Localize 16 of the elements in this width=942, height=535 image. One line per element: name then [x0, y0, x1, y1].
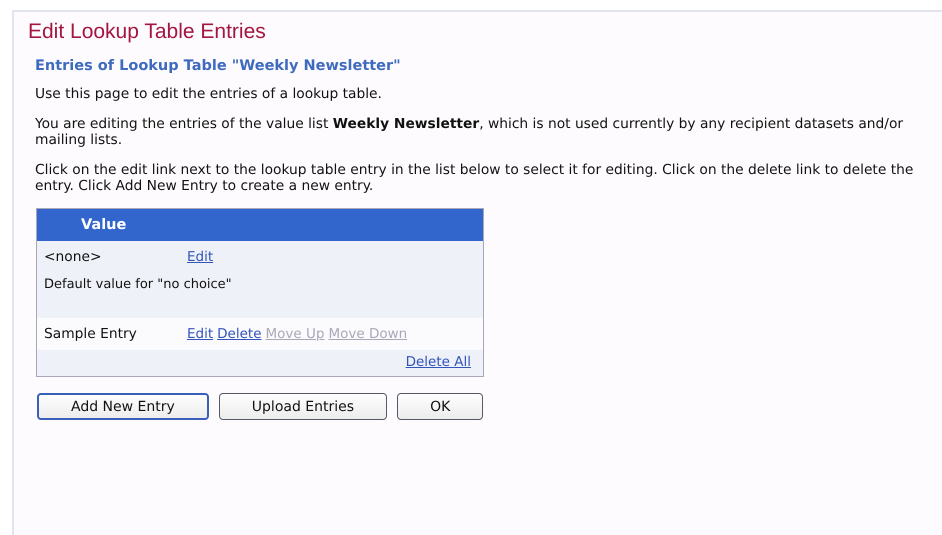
section-heading: Entries of Lookup Table "Weekly Newsletter" — [35, 58, 402, 74]
column-header: Value — [37, 209, 483, 241]
form-button[interactable]: Add New Entry — [37, 393, 209, 420]
delete-all-link[interactable]: Delete All — [406, 354, 471, 370]
action-link[interactable]: Edit — [187, 249, 214, 265]
form-button[interactable]: OK — [397, 393, 484, 420]
description-text: Use this page to edit the entries of a lookup table. — [35, 86, 383, 102]
entry-value: Sample Entry — [44, 326, 138, 342]
action-link[interactable]: Delete — [217, 326, 262, 342]
description-text: You are editing the entries of the value list Weekly Newsletter, which is not used currently by any recipient datasets and/or mailing lists. — [35, 116, 904, 148]
page-title: Edit Lookup Table Entries — [28, 20, 267, 44]
entry-description: Default value for "no choice" — [44, 277, 233, 292]
entry-value: <none> — [44, 249, 103, 265]
description-text: Click on the edit link next to the lookup table entry in the list below to select it for editing. Click on the delete link to delete the entry. Click Add New Entry to create a new entry. — [35, 162, 914, 194]
action-link[interactable]: Edit — [187, 326, 214, 342]
form-button[interactable]: Upload Entries — [218, 393, 388, 420]
